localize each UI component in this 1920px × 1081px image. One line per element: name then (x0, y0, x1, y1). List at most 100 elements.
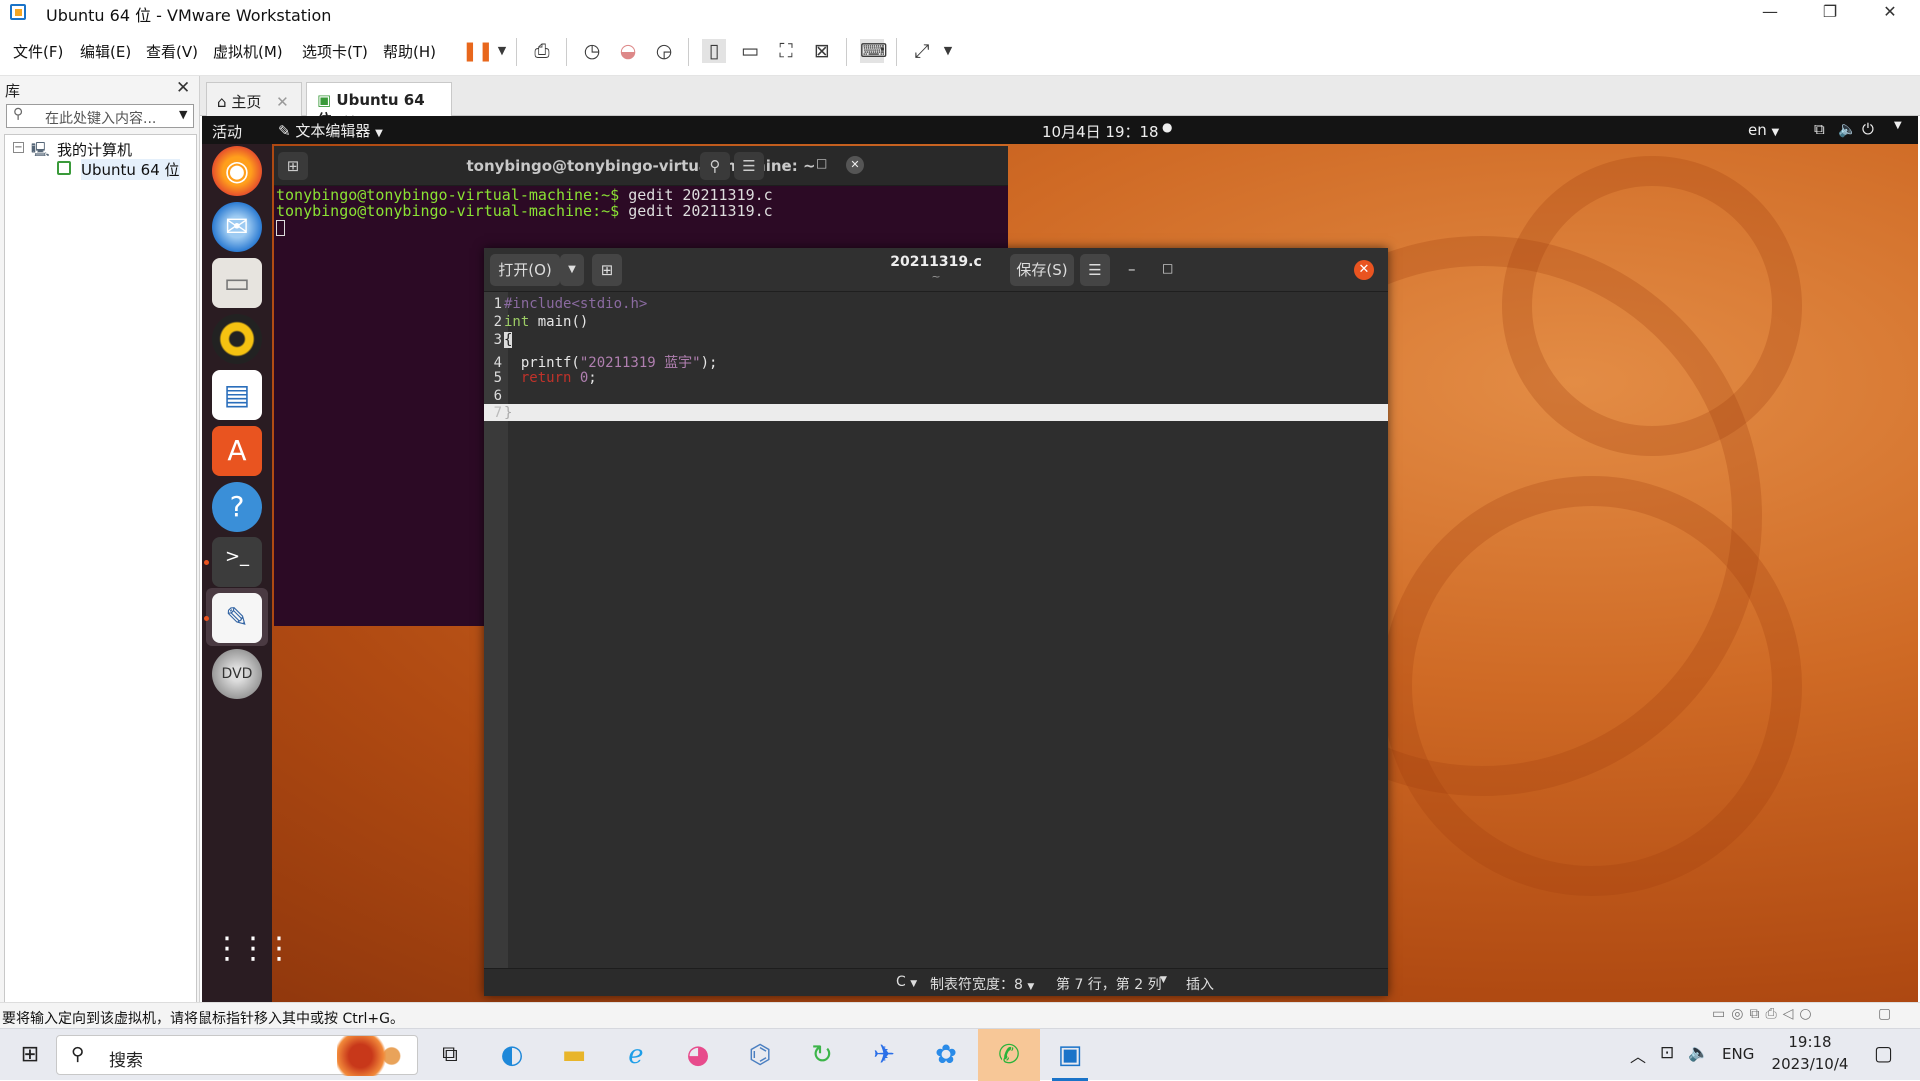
insert-mode[interactable]: 插入 (1186, 974, 1214, 994)
input-lang[interactable]: en ▼ (1748, 121, 1779, 139)
pause-icon[interactable]: ❚❚ (462, 39, 494, 63)
terminal-icon[interactable]: >_ (212, 537, 262, 587)
send-keys-icon[interactable]: ⎙ (530, 39, 554, 63)
wechat-icon[interactable]: ✆ (978, 1029, 1040, 1081)
files-icon[interactable]: ▭ (212, 258, 262, 308)
menu-icon[interactable]: ☰ (734, 152, 764, 180)
menu-edit[interactable]: 编辑(E) (80, 41, 131, 62)
edge-icon[interactable]: ◐ (488, 1035, 536, 1075)
tree-item-my-computer[interactable]: 我的计算机 (57, 139, 132, 160)
message-icon[interactable]: ▢ (1878, 1006, 1891, 1022)
search-icon: ⚲ (13, 106, 24, 122)
fullscreen-icon[interactable]: ⛶ (774, 39, 798, 63)
input-language[interactable]: ENG (1722, 1045, 1754, 1063)
save-button[interactable]: 保存(S) (1010, 254, 1074, 286)
clock[interactable]: 10月4日 19：18 (1042, 121, 1159, 142)
task-view-icon[interactable]: ⧉ (426, 1035, 474, 1075)
close-icon[interactable]: ✕ (276, 93, 289, 111)
line-number: 5 (493, 370, 502, 386)
library-close-button[interactable]: ✕ (176, 78, 190, 98)
python-icon[interactable]: ⌬ (736, 1035, 784, 1075)
minimize-button[interactable]: — (1740, 0, 1800, 26)
taskbar-search[interactable]: ⚲ 搜索 (56, 1035, 418, 1076)
app-menu[interactable]: ✎ 文本编辑器 ▼ (278, 120, 383, 141)
tree-item-ubuntu[interactable]: Ubuntu 64 位 (81, 159, 180, 180)
line-number: 7 (493, 405, 502, 421)
gedit-window[interactable]: 打开(O) ▼ ⊞ 20211319.c ~ 保存(S) ☰ – □ ✕ 1 #i… (484, 248, 1388, 996)
chevron-down-icon[interactable]: ▼ (936, 39, 960, 63)
network-icon[interactable]: ⧉ (1814, 120, 1825, 138)
reload-app-icon[interactable]: ↻ (798, 1035, 846, 1075)
chevron-down-icon[interactable]: ▼ (179, 108, 187, 121)
close-icon[interactable]: ✕ (846, 156, 864, 174)
code-editor[interactable]: 1 #include<stdio.h> 2 int main() 3{ 4 prin… (484, 292, 1388, 968)
close-button[interactable]: ✕ (1860, 0, 1920, 26)
ie-icon[interactable]: ℯ (612, 1035, 660, 1075)
file-explorer-icon[interactable]: ▬ (550, 1035, 598, 1075)
language-selector[interactable]: C ▼ (896, 974, 917, 990)
lang-label: en (1748, 121, 1767, 139)
chevron-down-icon[interactable]: ▼ (1160, 975, 1167, 985)
menu-help[interactable]: 帮助(H) (383, 41, 436, 62)
search-icon[interactable]: ⚲ (700, 152, 730, 180)
firefox-icon[interactable]: ◉ (212, 146, 262, 196)
gedit-icon[interactable]: ✎ (212, 593, 262, 643)
activities-button[interactable]: 活动 (212, 121, 242, 142)
feishu-icon[interactable]: ✈ (860, 1035, 908, 1075)
device-icons[interactable]: ▭◎⧉⎙◁○ (1712, 1006, 1818, 1022)
library-search-input[interactable]: ⚲ 在此处键入内容... ▼ (6, 104, 194, 128)
maximize-icon[interactable]: □ (1162, 261, 1173, 275)
libreoffice-writer-icon[interactable]: ▤ (212, 370, 262, 420)
close-icon[interactable]: ✕ (1354, 260, 1374, 280)
tab-width-selector[interactable]: 制表符宽度：8 ▼ (930, 974, 1034, 994)
stretch-icon[interactable]: ⤢ (910, 39, 934, 63)
menu-tabs[interactable]: 选项卡(T) (302, 41, 368, 62)
code-line: 1 #include<stdio.h> (484, 296, 1388, 314)
tab-ubuntu[interactable]: ▣ Ubuntu 64 位 ✕ (306, 82, 452, 129)
dvd-icon[interactable]: DVD (212, 649, 262, 699)
code-line: 3{ (484, 332, 1388, 350)
chevron-up-icon[interactable]: ︿ (1630, 1043, 1646, 1067)
toolbar-separator (516, 38, 517, 66)
menu-icon[interactable]: ☰ (1080, 254, 1110, 286)
vm-display[interactable]: 活动 ✎ 文本编辑器 ▼ 10月4日 19：18 ● en ▼ ⧉ 🔈 ⏻ ▼ … (202, 116, 1918, 1002)
tab-home[interactable]: ⌂ 主页 ✕ (206, 82, 302, 116)
menu-file[interactable]: 文件(F) (13, 41, 63, 62)
help-icon[interactable]: ? (212, 482, 262, 532)
menu-view[interactable]: 查看(V) (146, 41, 198, 62)
console-icon[interactable]: ⌨ (860, 39, 887, 63)
rhythmbox-icon[interactable] (212, 314, 262, 364)
notification-icon[interactable]: ▢ (1874, 1041, 1893, 1065)
collapse-icon[interactable]: − (13, 142, 24, 153)
revert-snapshot-icon[interactable]: ◒ (616, 39, 640, 63)
show-applications-icon[interactable]: ⋮⋮⋮ (212, 924, 294, 974)
maximize-icon[interactable]: □ (816, 156, 827, 170)
chevron-down-icon[interactable]: ▼ (1894, 120, 1902, 131)
chevron-down-icon[interactable]: ▼ (490, 39, 514, 63)
power-icon[interactable]: ⏻ (1862, 120, 1874, 138)
taskbar-time[interactable]: 19:18 (1770, 1033, 1850, 1051)
cloud-app-icon[interactable]: ✿ (922, 1035, 970, 1075)
vmware-taskbar-icon[interactable]: ▣ (1046, 1035, 1094, 1075)
software-center-icon[interactable]: A (212, 426, 262, 476)
thunderbird-icon[interactable]: ✉ (212, 202, 262, 252)
gedit-statusbar: C ▼ 制表符宽度：8 ▼ 第 7 行，第 2 列 ▼ 插入 (484, 968, 1388, 996)
taskbar-date[interactable]: 2023/10/4 (1760, 1055, 1860, 1073)
volume-icon[interactable]: 🔈 (1688, 1043, 1709, 1063)
restore-button[interactable]: ❐ (1800, 0, 1860, 26)
minimize-icon[interactable]: – (1128, 260, 1136, 278)
unity-icon[interactable]: ⊠ (810, 39, 834, 63)
snapshot-manager-icon[interactable]: ◶ (652, 39, 676, 63)
network-icon[interactable]: ⊡ (1660, 1043, 1674, 1063)
volume-icon[interactable]: 🔈 (1838, 120, 1857, 138)
cursor-position[interactable]: 第 7 行，第 2 列 (1056, 974, 1162, 994)
windows-start-icon[interactable]: ⊞ (6, 1035, 54, 1075)
menu-vm[interactable]: 虚拟机(M) (213, 41, 283, 62)
thumbnail-view-icon[interactable]: ▭ (738, 39, 762, 63)
terminal-header: ⊞ tonybingo@tonybingo-virtual-machine: ~… (274, 146, 1008, 186)
snapshot-icon[interactable]: ◷ (580, 39, 604, 63)
minimize-icon[interactable]: – (782, 156, 790, 174)
library-view-icon[interactable]: ▯ (702, 39, 726, 63)
line-number: 3 (493, 332, 502, 348)
browser-icon[interactable]: ◕ (674, 1035, 722, 1075)
